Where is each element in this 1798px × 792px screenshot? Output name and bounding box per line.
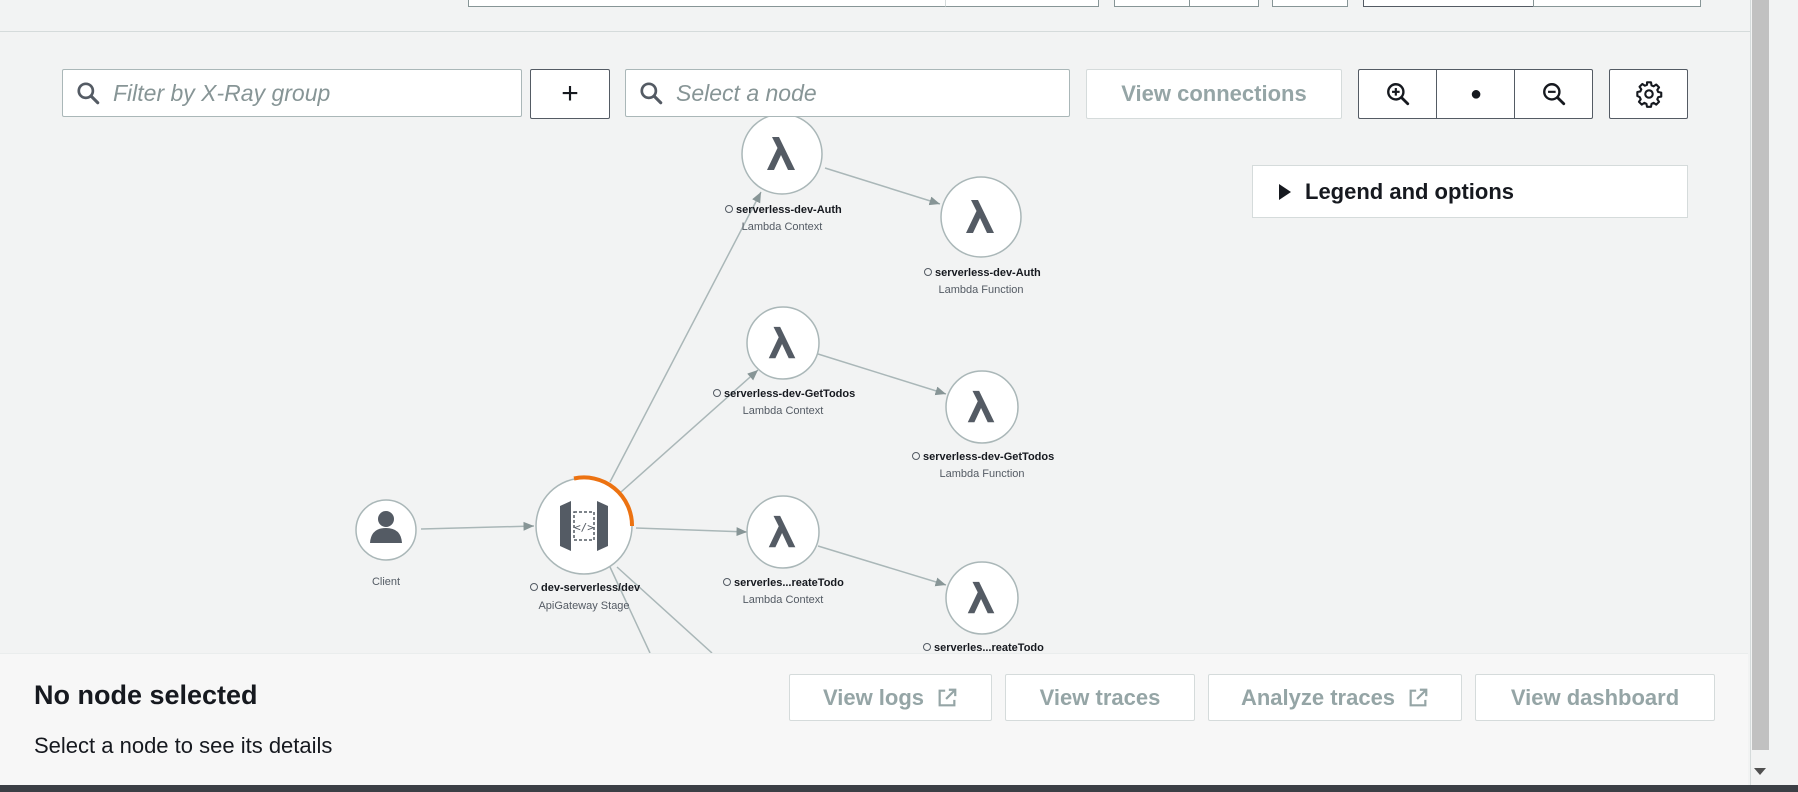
node-details-panel: No node selected Select a node to see it…	[0, 653, 1748, 786]
top-button-3[interactable]	[1272, 0, 1348, 7]
status-indicator	[725, 205, 733, 213]
edge-auth-ctx-auth-fn	[824, 167, 941, 206]
scroll-down-arrow-icon[interactable]	[1754, 768, 1766, 775]
node-createtodo-function[interactable]: serverles...reateTodo	[923, 561, 1045, 653]
node-auth-context[interactable]: serverless-dev-Auth Lambda Context	[725, 113, 843, 233]
status-indicator	[924, 268, 932, 276]
view-dashboard-button[interactable]: View dashboard	[1475, 674, 1715, 721]
node-auth-function[interactable]: serverless-dev-Auth Lambda Function	[924, 176, 1042, 296]
top-segment-1[interactable]	[1363, 0, 1535, 7]
node-auth-fn-type: Lambda Function	[939, 284, 1024, 296]
zoom-in-button[interactable]	[1358, 69, 1437, 119]
node-gettodos-context[interactable]: serverless-dev-GetTodos Lambda Context	[713, 306, 856, 417]
window-bottom-edge	[0, 785, 1798, 792]
view-traces-label: View traces	[1039, 684, 1161, 710]
scrollbar-thumb[interactable]	[1752, 0, 1769, 750]
zoom-out-button[interactable]	[1514, 69, 1593, 119]
analyze-traces-button[interactable]: Analyze traces	[1208, 674, 1462, 721]
service-map-graph: Client </> dev-serverless/dev ApiGateway…	[355, 113, 1055, 653]
external-link-icon	[938, 688, 957, 706]
node-search-placeholder: Select a node	[676, 79, 817, 106]
status-indicator	[713, 389, 721, 397]
svg-text:</>: </>	[574, 521, 594, 534]
zoom-out-icon	[1542, 83, 1565, 106]
gear-icon	[1635, 81, 1662, 108]
search-icon	[77, 82, 100, 105]
status-indicator	[923, 643, 931, 651]
zoom-in-icon	[1387, 83, 1410, 106]
search-icon	[640, 82, 663, 105]
status-indicator	[530, 583, 538, 591]
top-select-field[interactable]	[945, 0, 1099, 7]
caret-right-icon	[1279, 183, 1291, 200]
view-logs-button[interactable]: View logs	[789, 674, 992, 721]
details-title: No node selected	[34, 680, 258, 710]
node-get-ctx-name: serverless-dev-GetTodos	[724, 388, 855, 400]
view-dashboard-label: View dashboard	[1510, 684, 1680, 710]
plus-icon: +	[561, 77, 579, 110]
top-button-2[interactable]	[1189, 0, 1259, 7]
legend-and-options-toggle[interactable]: Legend and options	[1252, 165, 1688, 218]
node-auth-ctx-type: Lambda Context	[742, 221, 823, 233]
edges	[420, 167, 947, 653]
node-search-input[interactable]: Select a node	[625, 69, 1070, 117]
view-connections-label: View connections	[1121, 81, 1307, 106]
top-search-field[interactable]	[468, 0, 946, 7]
node-client-name: Client	[372, 576, 400, 588]
node-gettodos-function[interactable]: serverless-dev-GetTodos Lambda Function	[912, 370, 1055, 480]
top-button-1[interactable]	[1114, 0, 1190, 7]
edge-apigw-offscreen-2	[616, 566, 713, 653]
top-toolbar-strip	[0, 0, 1750, 32]
xray-group-filter-placeholder: Filter by X-Ray group	[113, 79, 331, 106]
analyze-traces-label: Analyze traces	[1240, 684, 1396, 710]
node-create-ctx-type: Lambda Context	[743, 594, 824, 606]
node-get-ctx-type: Lambda Context	[743, 405, 824, 417]
node-client[interactable]: Client	[355, 499, 417, 588]
edge-apigw-auth-ctx	[609, 191, 762, 483]
node-createtodo-context[interactable]: serverles...reateTodo Lambda Context	[723, 495, 845, 606]
node-create-fn-name: serverles...reateTodo	[934, 642, 1044, 653]
node-create-ctx-name: serverles...reateTodo	[734, 577, 844, 589]
zoom-reset-button[interactable]: ●	[1436, 69, 1515, 119]
xray-group-filter-input[interactable]: Filter by X-Ray group	[62, 69, 522, 117]
settings-button[interactable]	[1609, 69, 1688, 119]
add-group-button[interactable]: +	[530, 69, 610, 119]
service-map-area: Client </> dev-serverless/dev ApiGateway…	[0, 32, 1748, 653]
external-link-icon	[1409, 688, 1428, 706]
top-segment-2[interactable]	[1533, 0, 1701, 7]
node-get-fn-type: Lambda Function	[940, 468, 1025, 480]
details-description: Select a node to see its details	[34, 733, 333, 758]
reset-dot-icon: ●	[1469, 82, 1483, 105]
edge-apigw-create-ctx	[635, 527, 748, 537]
status-indicator	[723, 578, 731, 586]
view-traces-button[interactable]: View traces	[1005, 674, 1195, 721]
view-logs-label: View logs	[822, 684, 925, 710]
node-apigw-name: dev-serverless/dev	[541, 582, 641, 594]
node-auth-ctx-name: serverless-dev-Auth	[736, 204, 842, 216]
view-connections-button[interactable]: View connections	[1086, 69, 1342, 119]
node-apigateway[interactable]: </> dev-serverless/dev ApiGateway Stage	[530, 475, 641, 612]
node-auth-fn-name: serverless-dev-Auth	[935, 267, 1041, 279]
legend-label: Legend and options	[1305, 178, 1514, 204]
edge-client-apigw	[420, 521, 535, 531]
node-get-fn-name: serverless-dev-GetTodos	[923, 451, 1054, 463]
node-apigw-type: ApiGateway Stage	[538, 600, 629, 612]
status-indicator	[912, 452, 920, 460]
